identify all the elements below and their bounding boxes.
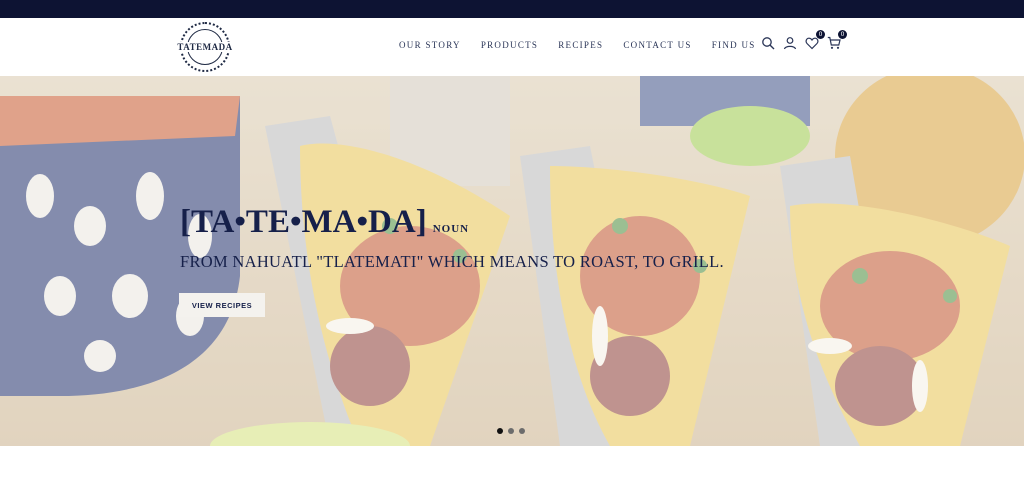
main-nav: OUR STORY PRODUCTS RECIPES CONTACT US FI… [399, 40, 756, 50]
hero-title: [TA•TE•MA•DA] NOUN [180, 204, 469, 241]
site-header: TATEMADA OUR STORY PRODUCTS RECIPES CONT… [0, 18, 1024, 76]
search-icon[interactable] [761, 36, 775, 50]
wishlist-count-badge: 0 [816, 30, 825, 39]
slider-dot-3[interactable] [519, 428, 525, 434]
user-icon[interactable] [783, 36, 797, 50]
cart-icon[interactable]: 0 [827, 30, 847, 50]
nav-item-products[interactable]: PRODUCTS [481, 40, 538, 50]
nav-item-recipes[interactable]: RECIPES [558, 40, 603, 50]
nav-item-our-story[interactable]: OUR STORY [399, 40, 461, 50]
view-recipes-button[interactable]: VIEW RECIPES [179, 293, 265, 317]
hero-slider: [TA•TE•MA•DA] NOUN FROM NAHUATL "TLATEMAT… [0, 76, 1024, 446]
hero-subtitle: FROM NAHUATL "TLATEMATI" WHICH MEANS TO … [180, 252, 724, 271]
logo-text: TATEMADA [176, 42, 234, 52]
hero-title-text: [TA•TE•MA•DA] [180, 204, 427, 240]
cart-count-badge: 0 [838, 30, 847, 39]
heart-icon[interactable]: 0 [805, 30, 825, 50]
nav-item-contact-us[interactable]: CONTACT US [623, 40, 691, 50]
top-announcement-bar [0, 0, 1024, 18]
nav-item-find-us[interactable]: FIND US [712, 40, 756, 50]
hero-title-suffix: NOUN [432, 223, 470, 235]
slider-pagination [497, 428, 525, 434]
slider-dot-2[interactable] [508, 428, 514, 434]
header-icons: 0 0 [761, 30, 847, 50]
brand-logo[interactable]: TATEMADA [176, 22, 234, 72]
slider-dot-1[interactable] [497, 428, 503, 434]
